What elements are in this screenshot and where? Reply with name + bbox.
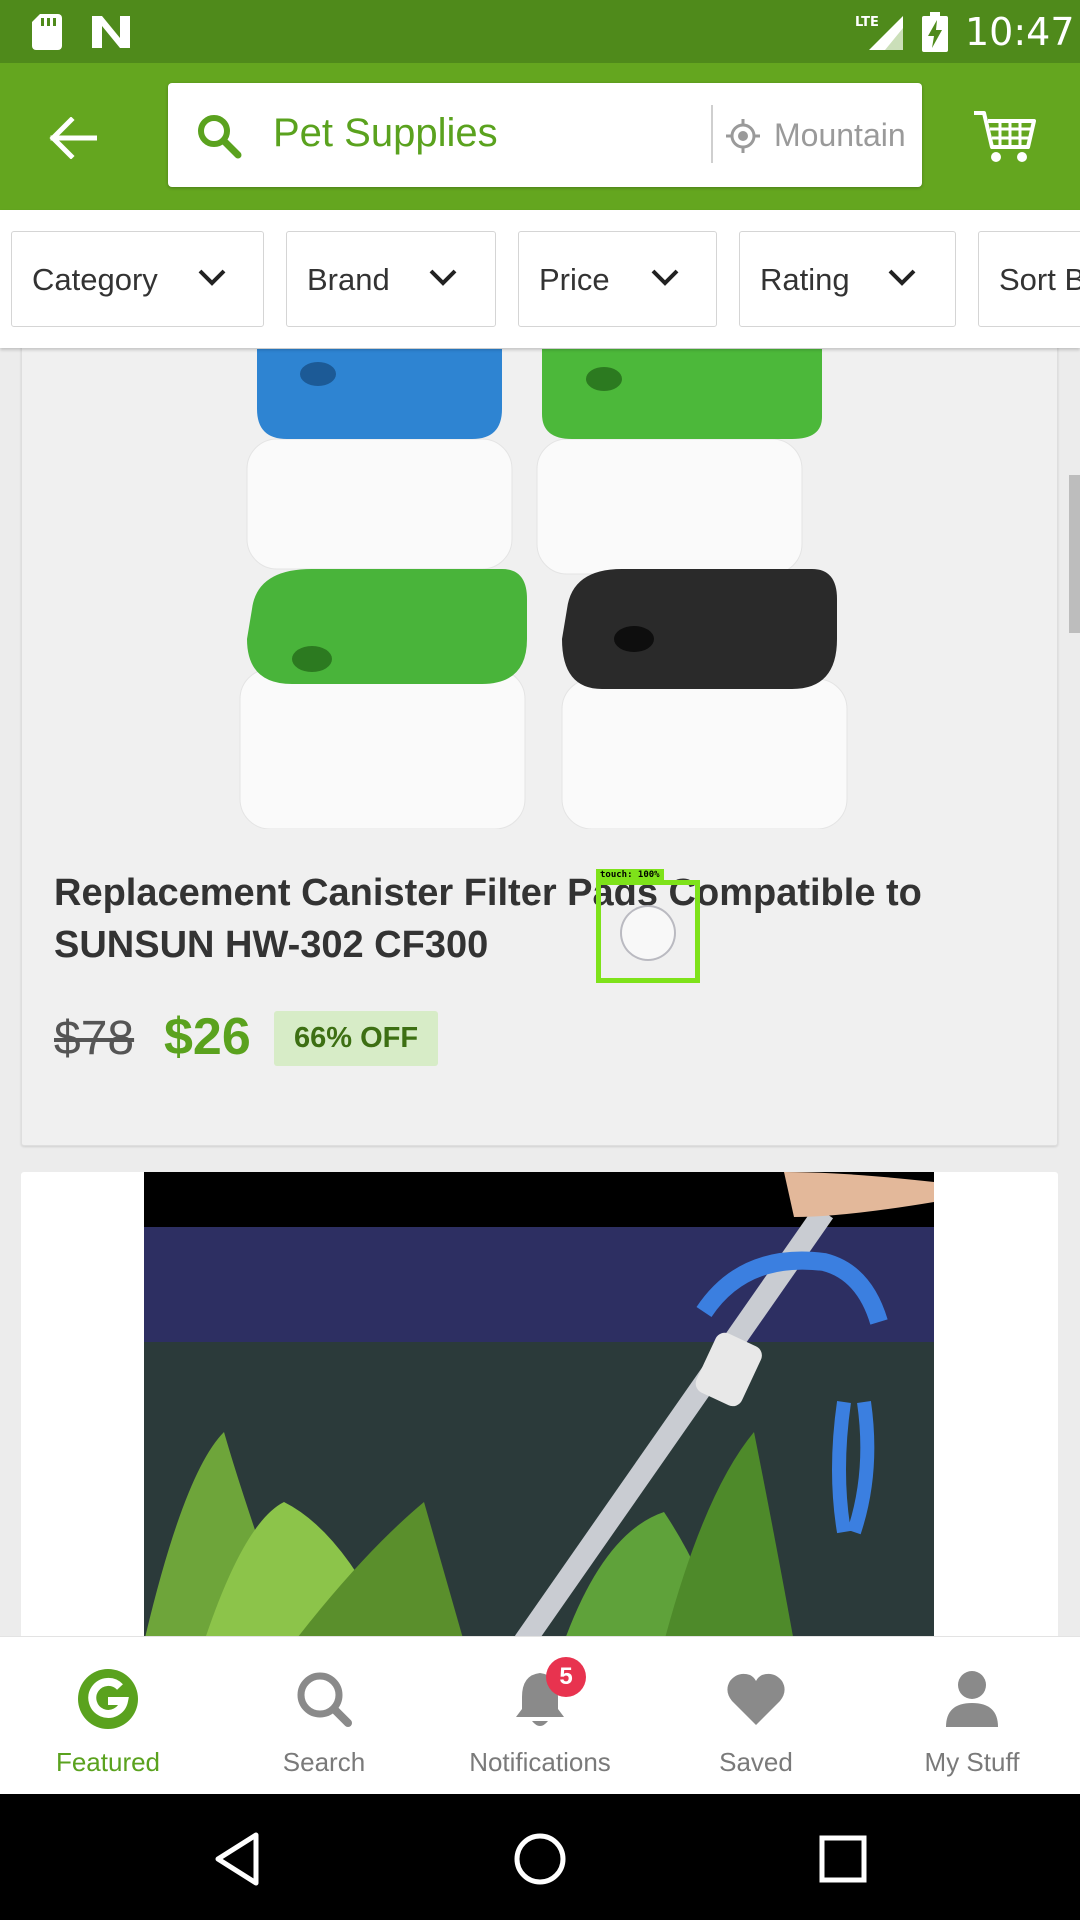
chevron-down-icon bbox=[429, 269, 457, 286]
svg-text:LTE: LTE bbox=[855, 15, 879, 30]
lte-signal-icon: LTE bbox=[855, 15, 903, 50]
chip-label: Price bbox=[539, 262, 610, 297]
price-filter[interactable]: Price bbox=[518, 231, 717, 327]
back-button[interactable] bbox=[38, 108, 108, 168]
back-triangle-icon[interactable] bbox=[208, 1829, 268, 1889]
chip-label: Sort By bbox=[999, 262, 1080, 297]
filter-bar: Category Brand Price Rating Sort By bbox=[0, 210, 1080, 348]
cart-button[interactable] bbox=[972, 103, 1038, 169]
aquarium-cleaner-image bbox=[144, 1172, 934, 1636]
nav-label: Featured bbox=[55, 1747, 161, 1777]
search-query[interactable]: Pet Supplies bbox=[273, 111, 498, 156]
search-divider bbox=[711, 105, 713, 163]
battery-charging-icon bbox=[922, 12, 948, 52]
chevron-down-icon bbox=[198, 269, 226, 286]
location-icon bbox=[726, 119, 760, 153]
search-icon bbox=[297, 1672, 352, 1727]
product-card[interactable]: Replacement Canister Filter Pads Compati… bbox=[21, 348, 1058, 1146]
app-bar: Pet Supplies Mountain bbox=[0, 63, 1080, 210]
product-title[interactable]: Replacement Canister Filter Pads Compati… bbox=[54, 867, 1014, 971]
brand-filter[interactable]: Brand bbox=[286, 231, 496, 327]
nav-featured[interactable]: Featured bbox=[0, 1637, 216, 1795]
arrow-left-icon bbox=[49, 117, 97, 159]
chip-label: Category bbox=[32, 262, 158, 297]
groupon-g-icon bbox=[78, 1669, 138, 1729]
category-filter[interactable]: Category bbox=[11, 231, 264, 327]
touch-point bbox=[620, 905, 676, 961]
nav-label: My Stuff bbox=[924, 1747, 1020, 1777]
nav-search[interactable]: Search bbox=[216, 1637, 432, 1795]
chevron-down-icon bbox=[651, 269, 679, 286]
home-circle-icon[interactable] bbox=[510, 1829, 570, 1889]
n-notification-icon bbox=[92, 16, 130, 48]
heart-icon bbox=[727, 1673, 785, 1725]
nav-label: Saved bbox=[719, 1747, 793, 1777]
person-icon bbox=[946, 1671, 998, 1727]
chip-label: Brand bbox=[307, 262, 390, 297]
nav-saved[interactable]: Saved bbox=[648, 1637, 864, 1795]
discount-badge: 66% OFF bbox=[274, 1011, 439, 1066]
product-feed[interactable]: Replacement Canister Filter Pads Compati… bbox=[0, 348, 1080, 1636]
system-navigation-bar bbox=[0, 1794, 1080, 1920]
recents-square-icon[interactable] bbox=[813, 1829, 873, 1889]
nav-notifications[interactable]: Notifications bbox=[432, 1637, 648, 1795]
sd-card-icon bbox=[32, 14, 62, 50]
bottom-navigation: Featured Search Notifications Saved My S… bbox=[0, 1636, 1080, 1794]
search-icon bbox=[198, 115, 242, 159]
sort-filter[interactable]: Sort By bbox=[978, 231, 1080, 327]
original-price: $78 bbox=[54, 1012, 135, 1065]
product-card[interactable] bbox=[21, 1172, 1058, 1636]
nav-label: Search bbox=[282, 1747, 366, 1777]
filter-pads-image bbox=[22, 348, 1057, 829]
search-box[interactable]: Pet Supplies Mountain bbox=[168, 83, 922, 187]
sale-price: $26 bbox=[164, 1008, 251, 1066]
cart-icon bbox=[974, 111, 1036, 162]
rating-filter[interactable]: Rating bbox=[739, 231, 956, 327]
nav-label: Notifications bbox=[469, 1747, 611, 1777]
chevron-down-icon bbox=[888, 269, 916, 286]
clock: 10:47 bbox=[965, 10, 1075, 54]
notification-badge: 5 bbox=[546, 1657, 586, 1697]
chip-label: Rating bbox=[760, 262, 850, 297]
location-field[interactable]: Mountain bbox=[774, 117, 914, 154]
status-bar: LTE 10:47 bbox=[0, 0, 1080, 63]
nav-my-stuff[interactable]: My Stuff bbox=[864, 1637, 1080, 1795]
scrollbar[interactable] bbox=[1069, 475, 1080, 633]
